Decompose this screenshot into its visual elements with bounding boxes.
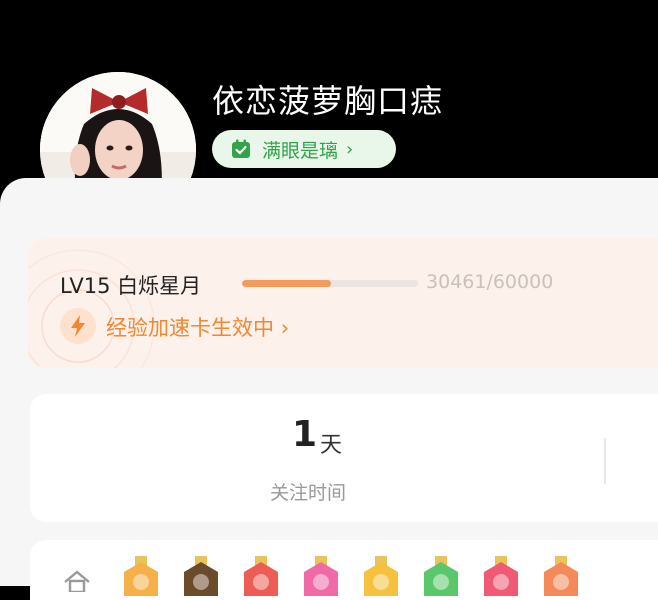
level-progress-bar (242, 280, 418, 287)
level-card[interactable]: LV15 白烁星月 30461/60000 经验加速卡生效中 › (28, 238, 658, 368)
fan-medal-icon[interactable] (240, 556, 282, 596)
fan-medal-icon[interactable] (540, 556, 582, 596)
username: 依恋菠萝胸口痣 (212, 82, 444, 120)
fan-medal-icon[interactable] (300, 556, 342, 596)
fan-medal-icon[interactable] (420, 556, 462, 596)
lightning-icon (60, 308, 96, 344)
divider (604, 438, 606, 484)
calendar-check-icon (232, 139, 250, 158)
decorative-rings (28, 249, 155, 368)
follow-days-unit: 天 (320, 433, 343, 458)
fan-medal-icon[interactable] (360, 556, 402, 596)
fan-medal-icon[interactable] (180, 556, 222, 596)
follow-time-label: 关注时间 (270, 482, 347, 504)
chevron-right-icon: › (280, 316, 290, 340)
level-progress-text: 30461/60000 (426, 271, 554, 293)
exp-boost-link[interactable]: 经验加速卡生效中 › (106, 312, 289, 342)
follow-days-value: 1 (292, 414, 318, 455)
exp-boost-label: 经验加速卡生效中 (106, 316, 274, 340)
fan-tag-button[interactable]: 满眼是璃 › (212, 130, 396, 168)
badge-strip[interactable] (30, 540, 658, 600)
house-icon (64, 570, 90, 592)
follow-time-card: 1 天 关注时间 (30, 394, 658, 522)
fan-tag-label: 满眼是璃 (262, 139, 339, 162)
level-progress-fill (242, 280, 332, 287)
fan-medal-icon[interactable] (480, 556, 522, 596)
fan-medal-icon[interactable] (120, 556, 162, 596)
level-title: LV15 白烁星月 (60, 274, 202, 298)
chevron-right-icon: › (346, 138, 354, 160)
